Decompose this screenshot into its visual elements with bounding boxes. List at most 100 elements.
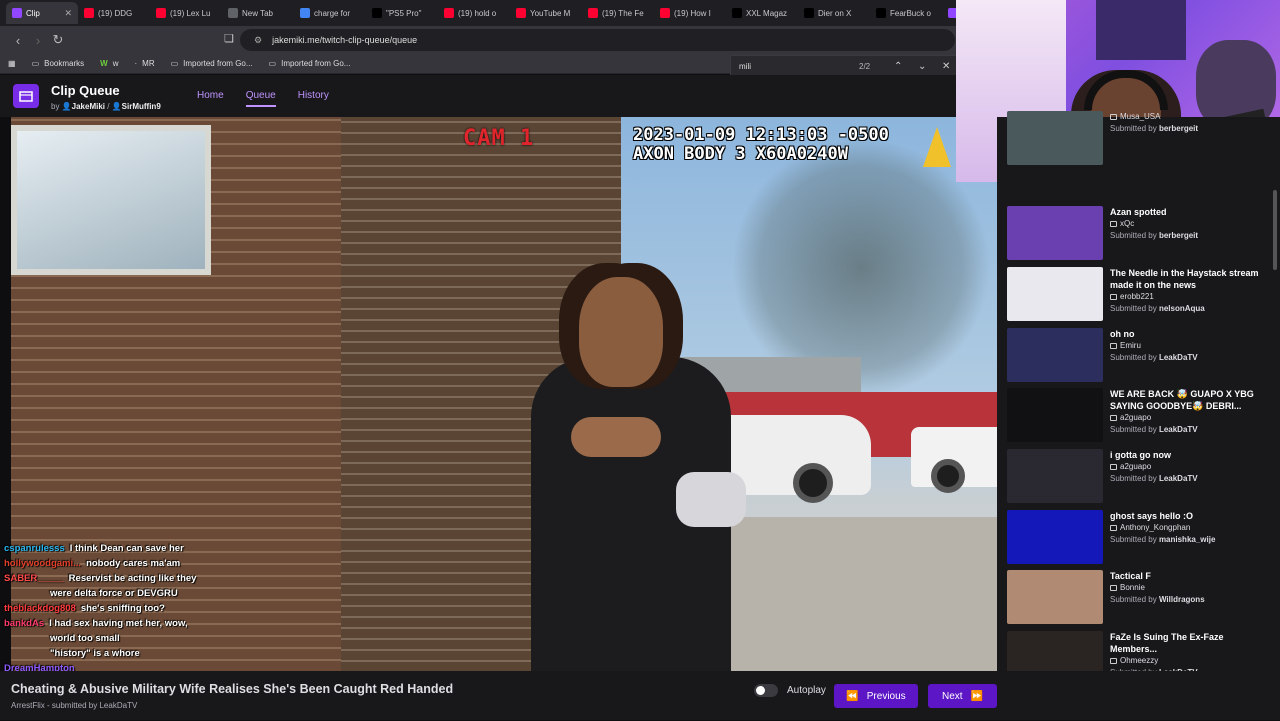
sidebar-scrollbar[interactable] <box>1273 190 1277 270</box>
queue-clip[interactable]: Tactical F Bonnie Submitted by Willdragons <box>1007 570 1273 628</box>
find-prev-icon[interactable]: ⌃ <box>894 61 902 72</box>
bookmark-icon[interactable]: ❏ <box>224 32 234 45</box>
clip-thumbnail[interactable] <box>1007 328 1103 382</box>
clip-queue-logo-icon[interactable] <box>13 84 39 108</box>
browser-tab[interactable]: FearBuck o <box>870 2 942 24</box>
previous-button[interactable]: ⏪ Previous <box>834 684 918 708</box>
autoplay-control[interactable]: Autoplay <box>754 684 826 697</box>
bookmark-item[interactable]: Ww <box>100 59 118 68</box>
rewind-icon: ⏪ <box>846 690 859 702</box>
autoplay-toggle[interactable] <box>754 684 778 697</box>
chat-text: nobody cares ma'am <box>86 558 181 569</box>
browser-tab[interactable]: XXL Magaz <box>726 2 798 24</box>
broadcast-icon <box>1110 464 1117 470</box>
browser-tab[interactable]: (19) hold o <box>438 2 510 24</box>
clip-thumbnail[interactable] <box>1007 267 1103 321</box>
queue-clip[interactable]: Azan spotted xQc Submitted by berbergeit <box>1007 206 1273 264</box>
folder-icon: ▭ <box>268 59 277 68</box>
browser-tab[interactable]: charge for <box>294 2 366 24</box>
forward-icon[interactable]: › <box>28 33 48 48</box>
clip-info: WE ARE BACK 🤯 GUAPO X YBG SAYING GOODBYE… <box>1110 388 1270 446</box>
browser-tab[interactable]: (19) How I <box>654 2 726 24</box>
clip-title: The Needle in the Haystack stream made i… <box>1110 268 1259 290</box>
nav-home[interactable]: Home <box>197 90 224 107</box>
clip-title: i gotta go now <box>1110 450 1171 460</box>
clip-info: The Needle in the Haystack stream made i… <box>1110 267 1270 325</box>
back-icon[interactable]: ‹ <box>8 33 28 48</box>
url-field[interactable]: ⚙ jakemiki.me/twitch-clip-queue/queue <box>240 29 955 51</box>
tab-title: (19) Lex Lu <box>170 8 211 18</box>
browser-tab[interactable]: (19) DDG <box>78 2 150 24</box>
clip-info: Musa_USA Submitted by berbergeit <box>1110 111 1270 169</box>
chat-text: I had sex having met her, wow, <box>49 618 188 629</box>
reload-icon[interactable]: ↻ <box>48 32 68 48</box>
browser-tab[interactable]: (19) Lex Lu <box>150 2 222 24</box>
chat-message: cspanrulesss I think Dean can save her <box>4 541 304 556</box>
queue-clip[interactable]: ghost says hello :O Anthony_Kongphan Submi… <box>1007 510 1273 568</box>
clip-title: WE ARE BACK 🤯 GUAPO X YBG SAYING GOODBYE… <box>1110 389 1254 411</box>
author-link[interactable]: JakeMiki <box>72 102 105 111</box>
bookmark-folder[interactable]: ▭ Imported from Go... <box>269 59 351 68</box>
find-count: 2/2 <box>859 61 871 71</box>
tab-favicon-icon <box>516 8 526 18</box>
chat-text: "history" is a whore <box>50 648 140 659</box>
clip-submitter: Submitted by berbergeit <box>1110 124 1199 133</box>
player-controls-bar: Cheating & Abusive Military Wife Realise… <box>0 671 1280 720</box>
site-info-icon[interactable]: ⚙ <box>254 35 262 46</box>
clip-thumbnail[interactable] <box>1007 388 1103 442</box>
bookmark-folder[interactable]: ▭ Imported from Go... <box>171 59 253 68</box>
app-title: Clip Queue <box>51 83 120 98</box>
browser-tab[interactable]: (19) The Fe <box>582 2 654 24</box>
clip-channel: Ohmeezzy <box>1110 655 1270 667</box>
tab-favicon-icon <box>372 8 382 18</box>
close-tab-icon[interactable]: ✕ <box>64 8 72 19</box>
apps-icon[interactable]: ▦ <box>8 59 16 68</box>
clip-info: Azan spotted xQc Submitted by berbergeit <box>1110 206 1270 264</box>
tab-title: YouTube M <box>530 8 571 18</box>
find-close-icon[interactable]: ✕ <box>942 61 950 72</box>
find-input[interactable]: mili <box>739 62 751 71</box>
tab-title: (19) The Fe <box>602 8 644 18</box>
queue-clip[interactable]: i gotta go now a2guapo Submitted by LeakDa… <box>1007 449 1273 507</box>
bookmark-item[interactable]: · MR <box>134 59 154 68</box>
user-icon: 👤 <box>111 102 122 111</box>
video-window <box>11 125 211 275</box>
cam-label: CAM 1 <box>463 126 535 151</box>
clip-submitter: Submitted by LeakDaTV <box>1110 425 1198 434</box>
tab-favicon-icon <box>588 8 598 18</box>
next-button[interactable]: Next ⏩ <box>928 684 997 708</box>
nav-history[interactable]: History <box>298 90 329 107</box>
tab-favicon-icon <box>876 8 886 18</box>
clip-submitter: Submitted by nelsonAqua <box>1110 304 1205 313</box>
clip-thumbnail[interactable] <box>1007 510 1103 564</box>
clip-thumbnail[interactable] <box>1007 449 1103 503</box>
bookmark-item[interactable]: ▭ Bookmarks <box>32 59 85 68</box>
author-link[interactable]: SirMuffin9 <box>122 102 161 111</box>
queue-clip[interactable]: oh no Emiru Submitted by LeakDaTV <box>1007 328 1273 386</box>
queue-clip[interactable]: WE ARE BACK 🤯 GUAPO X YBG SAYING GOODBYE… <box>1007 388 1273 446</box>
clip-title: Tactical F <box>1110 571 1151 581</box>
broadcast-icon <box>1110 658 1117 664</box>
video-truck <box>911 427 997 493</box>
broadcast-icon <box>1110 294 1117 300</box>
browser-tab[interactable]: Dier on X <box>798 2 870 24</box>
find-next-icon[interactable]: ⌄ <box>918 61 926 72</box>
broadcast-icon <box>1110 585 1117 591</box>
chat-message: SABER_____ Reservist be acting like they <box>4 571 304 586</box>
browser-tab[interactable]: Clip ✕ <box>6 2 78 24</box>
browser-tab[interactable]: "PS5 Pro" <box>366 2 438 24</box>
queue-clip[interactable]: The Needle in the Haystack stream made i… <box>1007 267 1273 325</box>
tab-title: (19) DDG <box>98 8 133 18</box>
chat-message: were delta force or DEVGRU <box>4 586 304 601</box>
clip-thumbnail[interactable] <box>1007 206 1103 260</box>
broadcast-icon <box>1110 525 1117 531</box>
browser-tab[interactable]: New Tab <box>222 2 294 24</box>
clip-thumbnail[interactable] <box>1007 111 1103 165</box>
queue-clip[interactable]: Musa_USA Submitted by berbergeit <box>1007 111 1273 169</box>
browser-tab[interactable]: YouTube M <box>510 2 582 24</box>
user-icon: 👤 <box>61 102 72 111</box>
clip-thumbnail[interactable] <box>1007 570 1103 624</box>
nav-queue[interactable]: Queue <box>245 90 276 107</box>
clip-title: oh no <box>1110 329 1135 339</box>
channel-link[interactable]: ArrestFlix <box>11 701 45 710</box>
